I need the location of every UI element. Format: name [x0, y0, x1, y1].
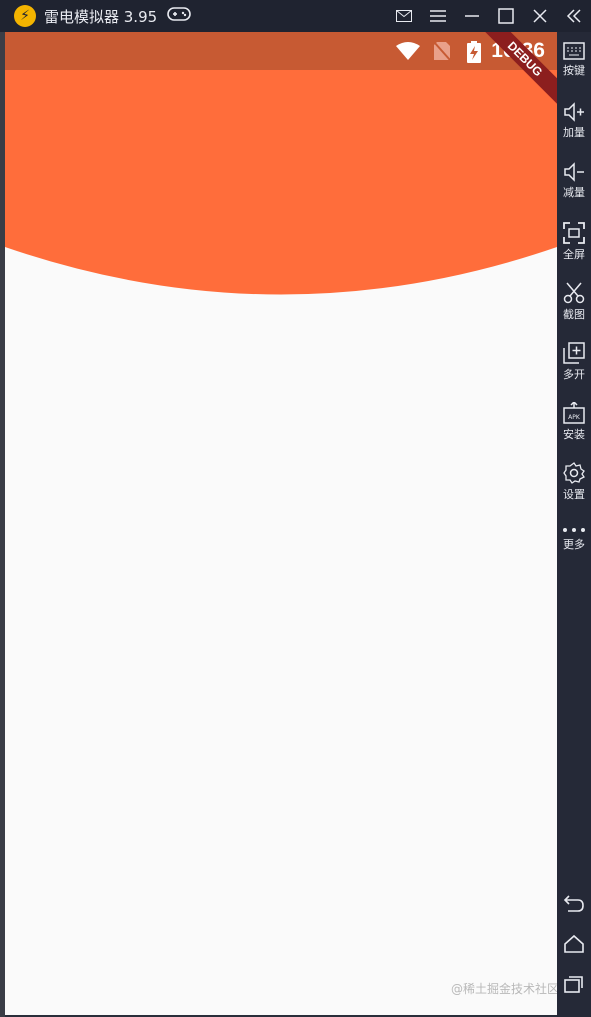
- sidebar-item-label: 安装: [563, 428, 585, 441]
- sidebar-item-fullscreen[interactable]: 全屏: [557, 222, 591, 262]
- sidebar-item-more[interactable]: 更多: [557, 526, 591, 552]
- keyboard-icon: [563, 42, 585, 60]
- apk-install-icon: APK: [563, 402, 585, 424]
- back-icon: [563, 895, 584, 912]
- phone-screen: 10:36 DEBUG @稀土掘金技术社区: [5, 32, 557, 1015]
- volume-down-icon: [564, 162, 584, 182]
- svg-text:APK: APK: [568, 414, 581, 421]
- sidebar-item-volume-down[interactable]: 减量: [557, 162, 591, 200]
- sidebar-item-label: 截图: [563, 308, 585, 321]
- nav-home-button[interactable]: [557, 934, 591, 954]
- scissors-icon: [563, 282, 585, 304]
- window-titlebar: ⚡ 雷电模拟器 3.95: [0, 0, 591, 32]
- sidebar-item-keymap[interactable]: 按键: [557, 42, 591, 78]
- sidebar-item-settings[interactable]: 设置: [557, 462, 591, 502]
- sidebar-item-label: 设置: [563, 488, 585, 501]
- nav-back-button[interactable]: [557, 894, 591, 914]
- nav-recents-button[interactable]: [557, 974, 591, 994]
- sidebar-item-install-apk[interactable]: APK 安装: [557, 402, 591, 442]
- mail-icon[interactable]: [387, 0, 421, 32]
- gear-icon: [563, 462, 585, 484]
- gamepad-icon[interactable]: [167, 6, 191, 26]
- leidian-logo-icon: ⚡: [14, 5, 36, 27]
- sidebar-item-volume-up[interactable]: 加量: [557, 102, 591, 140]
- sidebar-item-label: 多开: [563, 368, 585, 381]
- more-icon: [563, 528, 585, 532]
- watermark: @稀土掘金技术社区: [450, 982, 557, 996]
- minimize-icon[interactable]: [455, 0, 489, 32]
- fullscreen-icon: [563, 222, 585, 244]
- sidebar-item-label: 全屏: [563, 248, 585, 261]
- curved-header-background: [5, 32, 557, 295]
- sidebar-item-label: 按键: [563, 64, 585, 77]
- maximize-icon[interactable]: [489, 0, 523, 32]
- menu-icon[interactable]: [421, 0, 455, 32]
- no-sim-icon: [433, 41, 451, 65]
- sidebar-item-label: 减量: [563, 186, 585, 199]
- sidebar-item-screenshot[interactable]: 截图: [557, 282, 591, 322]
- wifi-icon: [395, 41, 421, 65]
- volume-up-icon: [564, 102, 584, 122]
- sidebar-item-multi-instance[interactable]: 多开: [557, 342, 591, 382]
- battery-charging-icon: [467, 41, 481, 67]
- collapse-sidebar-icon[interactable]: [557, 0, 591, 32]
- sidebar-item-label: 更多: [563, 538, 585, 551]
- multi-instance-icon: [563, 342, 585, 364]
- close-icon[interactable]: [523, 0, 557, 32]
- home-icon: [564, 934, 584, 953]
- window-title: 雷电模拟器 3.95: [44, 7, 158, 26]
- recents-icon: [564, 976, 583, 993]
- sidebar-item-label: 加量: [563, 126, 585, 139]
- android-status-bar: 10:36: [5, 32, 557, 70]
- emulator-sidebar: 按键 加量 减量 全屏 截图 多开 APK 安装 设置 更多: [557, 32, 591, 1017]
